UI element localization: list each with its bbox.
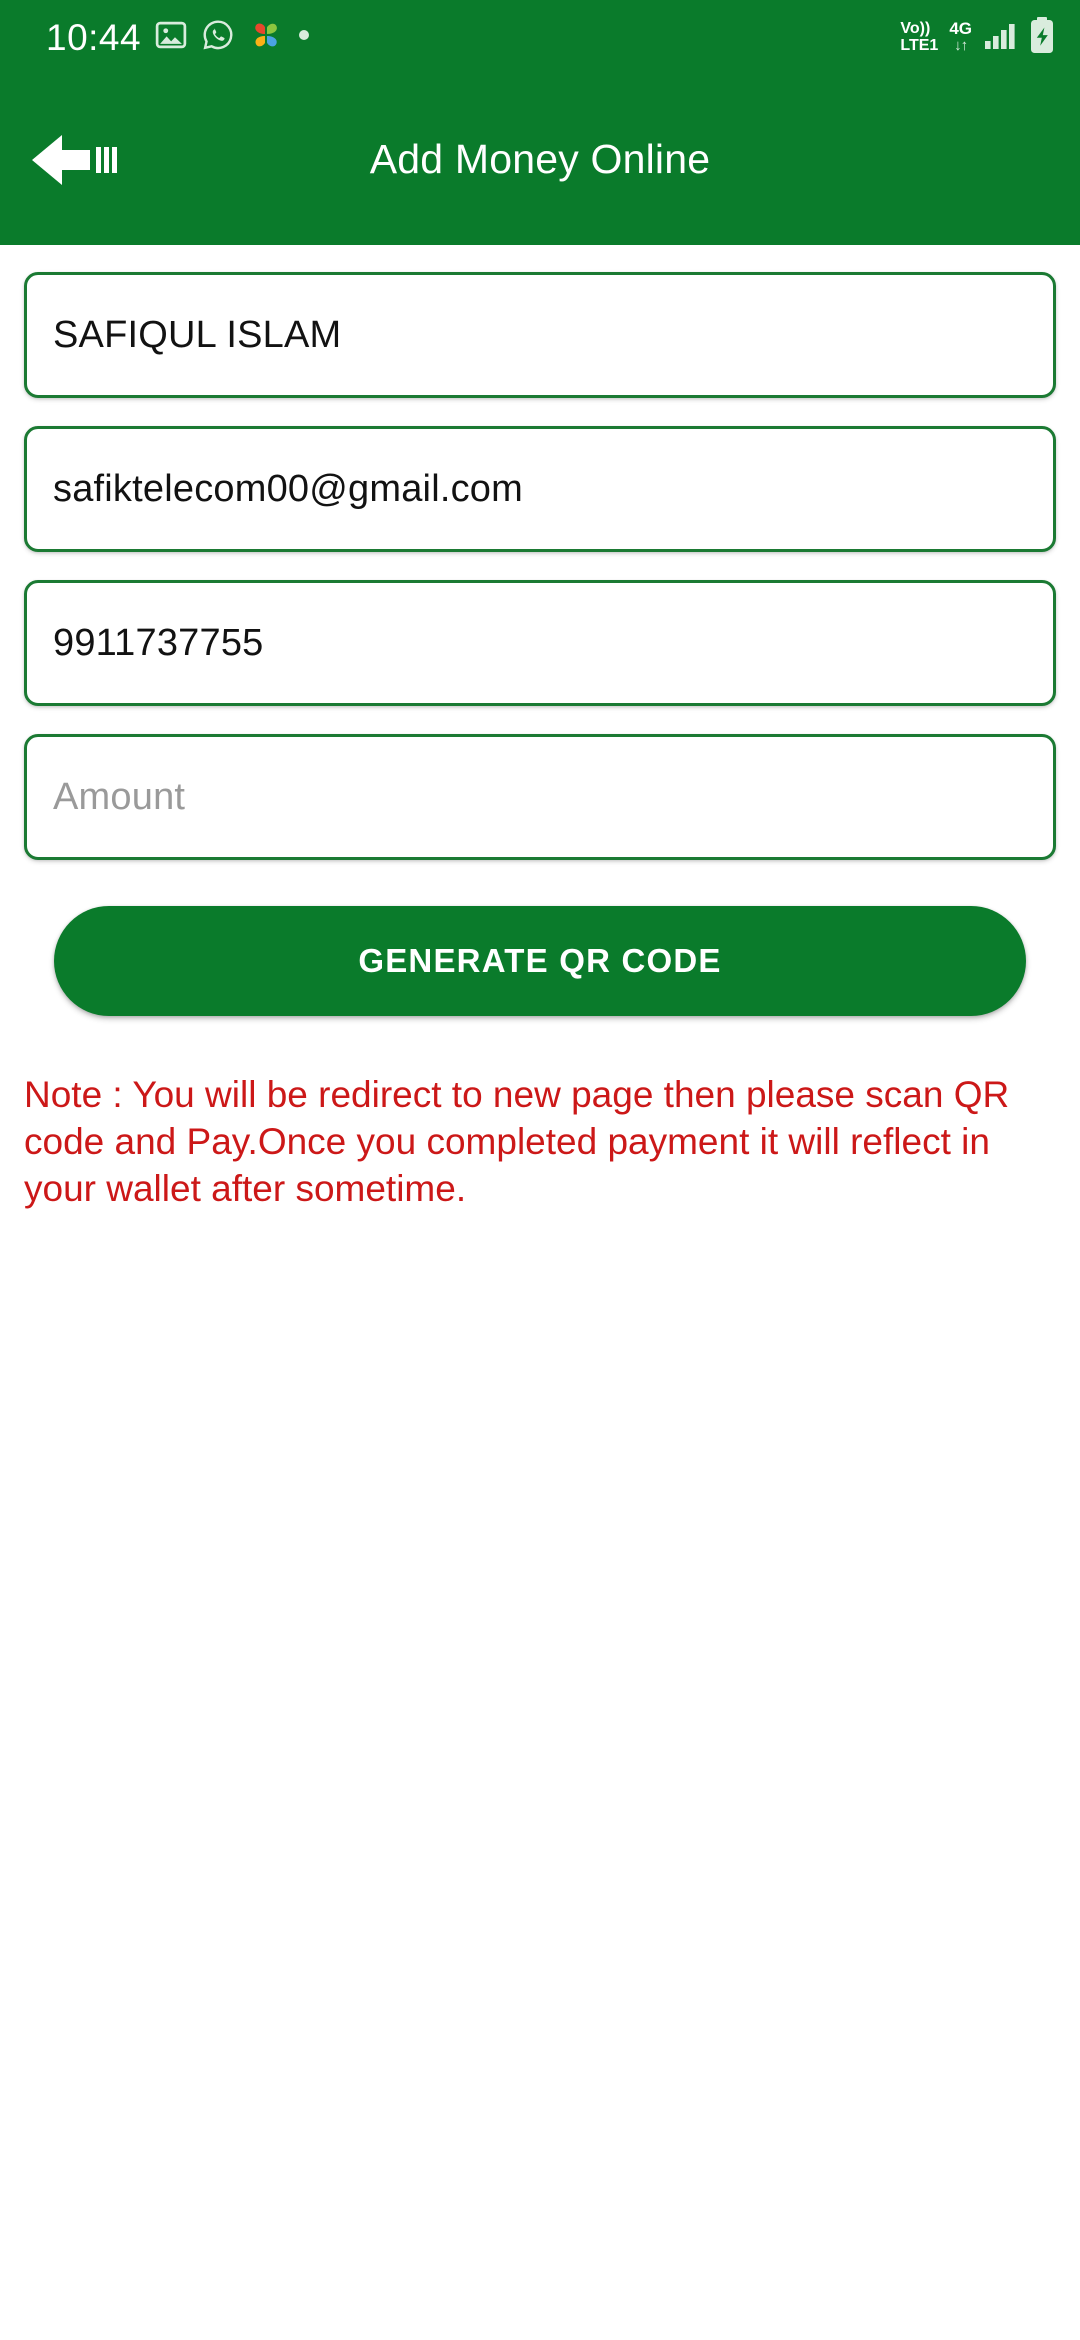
form-fields: SAFIQUL ISLAM safiktelecom00@gmail.com 9… [0,272,1080,860]
sharechat-flower-icon [248,17,284,58]
amount-field[interactable]: Amount [24,734,1056,860]
dot-icon [297,28,311,47]
data-transfer-arrows-icon: ↓↑ [954,37,967,54]
status-bar-left: 10:44 [46,17,311,58]
page-title: Add Money Online [0,136,1080,183]
amount-field-placeholder: Amount [53,776,185,819]
volte-bottom-label: LTE1 [900,37,938,54]
signal-bars-icon [983,20,1017,55]
generate-button-row: GENERATE QR CODE [0,860,1080,1016]
gallery-icon [154,18,188,57]
generate-qr-code-button[interactable]: GENERATE QR CODE [54,906,1026,1016]
status-bar: 10:44 [0,0,1080,74]
app-header: 10:44 [0,0,1080,245]
form-content: SAFIQUL ISLAM safiktelecom00@gmail.com 9… [0,272,1080,1212]
mobile-field-value: 9911737755 [53,622,264,665]
email-field-value: safiktelecom00@gmail.com [53,468,523,511]
mobile-field[interactable]: 9911737755 [24,580,1056,706]
status-clock: 10:44 [46,19,141,56]
network-label: 4G [949,20,972,37]
name-field[interactable]: SAFIQUL ISLAM [24,272,1056,398]
title-bar: Add Money Online [0,74,1080,245]
network-type-indicator: 4G ↓↑ [949,20,972,54]
back-arrow-icon [28,131,120,189]
whatsapp-icon [201,18,235,57]
battery-charging-icon [1028,16,1056,59]
note-text: Note : You will be redirect to new page … [24,1071,1056,1212]
volte-top-label: Vo)) [900,20,930,37]
name-field-value: SAFIQUL ISLAM [53,314,341,357]
back-button[interactable] [28,124,120,196]
email-field[interactable]: safiktelecom00@gmail.com [24,426,1056,552]
volte-indicator: Vo)) LTE1 [900,20,938,54]
status-bar-right: Vo)) LTE1 4G ↓↑ [900,16,1056,59]
